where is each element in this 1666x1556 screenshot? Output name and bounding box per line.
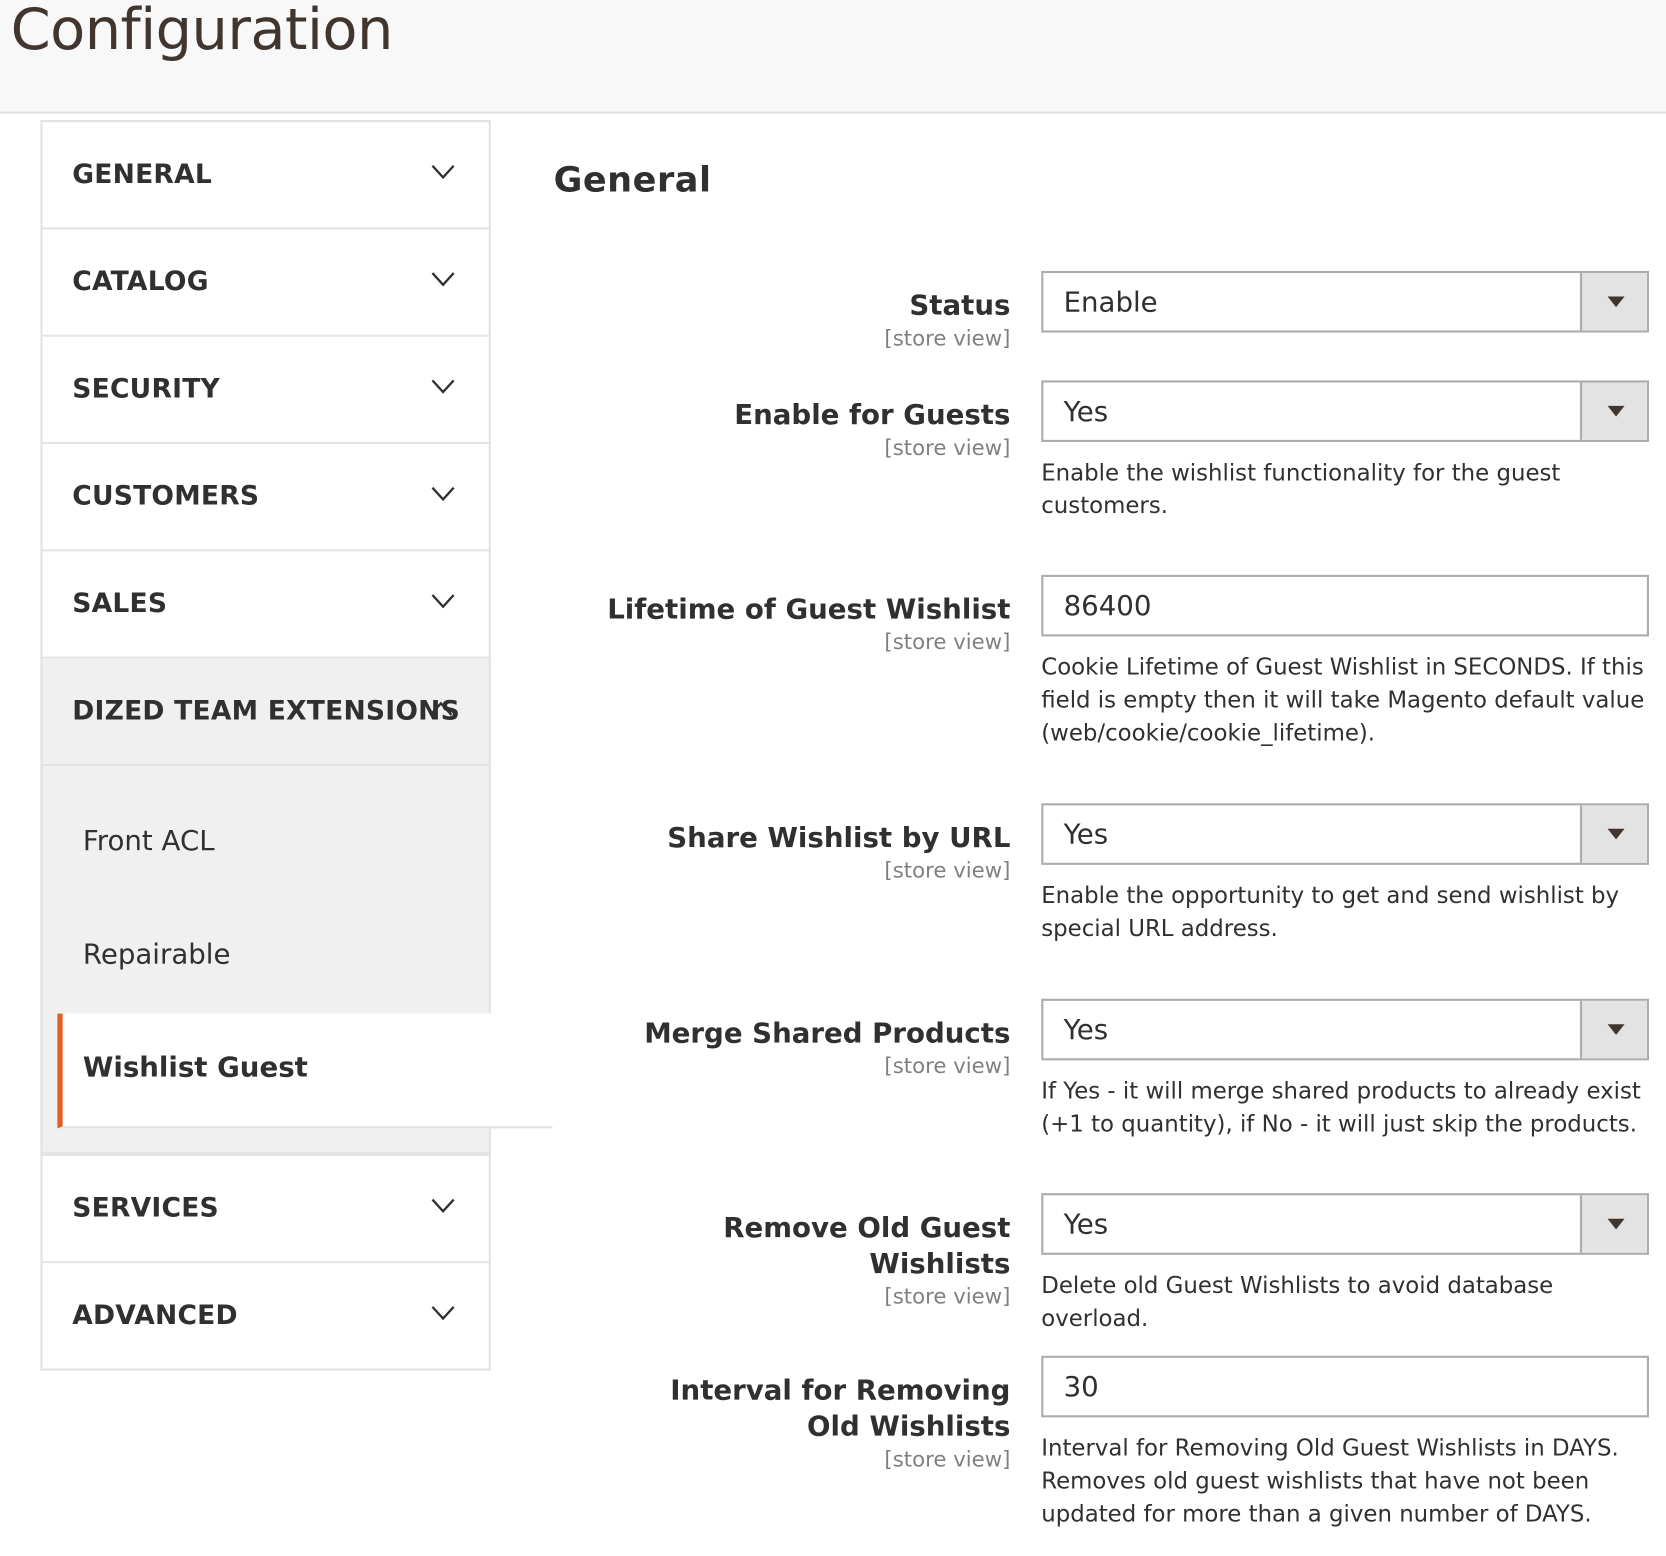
field-label: Interval for Removing Old Wishlists — [670, 1374, 1011, 1443]
nav-group-sales[interactable]: SALES — [40, 551, 491, 659]
chevron-down-icon — [431, 164, 455, 180]
field-note: Delete old Guest Wishlists to avoid data… — [1041, 1272, 1554, 1333]
field-scope: [store view] — [884, 857, 1011, 883]
field-label: Enable for Guests — [734, 399, 1011, 432]
field-scope: [store view] — [884, 1283, 1011, 1310]
nav-group-label: SALES — [72, 587, 168, 619]
enable-for-guests-select[interactable]: Yes — [1041, 380, 1649, 442]
field-note: If Yes - it will merge shared products t… — [1041, 1078, 1641, 1138]
chevron-down-icon — [431, 379, 455, 394]
nav-item-label: Repairable — [82, 939, 231, 972]
section-title: General — [553, 158, 712, 200]
nav-subitems: Front ACL Repairable Wishlist Guest — [40, 766, 553, 1154]
nav-group-general[interactable]: GENERAL — [40, 120, 491, 230]
field-scope: [store view] — [884, 1446, 1011, 1472]
nav-group-label: SERVICES — [72, 1192, 219, 1223]
chevron-down-icon — [431, 1306, 455, 1321]
dropdown-arrow-icon[interactable] — [1579, 382, 1647, 440]
nav-group-label: CATALOG — [72, 265, 209, 297]
field-note: Enable the opportunity to get and send w… — [1041, 882, 1620, 943]
nav-item-label: Front ACL — [82, 825, 215, 858]
select-value: Yes — [1063, 1014, 1109, 1047]
page: Configuration GENERAL CATALOG SECURITY C… — [0, 0, 1666, 1556]
field-label: Remove Old Guest Wishlists — [723, 1212, 1011, 1281]
page-title: Configuration — [10, 0, 394, 63]
dropdown-arrow-icon[interactable] — [1579, 1195, 1647, 1253]
nav-group-advanced[interactable]: ADVANCED — [40, 1263, 491, 1371]
lifetime-input[interactable]: 86400 — [1041, 574, 1649, 637]
config-sidebar: GENERAL CATALOG SECURITY CUSTOMERS SALES… — [40, 120, 553, 1371]
nav-group-catalog[interactable]: CATALOG — [40, 229, 491, 337]
nav-group-services[interactable]: SERVICES — [40, 1153, 491, 1264]
nav-item-label: Wishlist Guest — [82, 1051, 308, 1084]
share-wishlist-url-select[interactable]: Yes — [1041, 803, 1649, 865]
select-value: Yes — [1063, 819, 1109, 852]
field-scope: [store view] — [884, 629, 1011, 655]
nav-item-wishlist-guest[interactable]: Wishlist Guest — [57, 1013, 553, 1129]
nav-group-label: CUSTOMERS — [72, 480, 260, 512]
nav-group-security[interactable]: SECURITY — [40, 336, 491, 445]
field-scope: [store view] — [884, 325, 1011, 351]
merge-shared-products-select[interactable]: Yes — [1041, 998, 1649, 1061]
field-label: Share Wishlist by URL — [667, 822, 1011, 855]
field-label: Lifetime of Guest Wishlist — [607, 593, 1011, 626]
nav-group-customers[interactable]: CUSTOMERS — [40, 444, 491, 552]
remove-old-wishlists-select[interactable]: Yes — [1041, 1193, 1649, 1255]
field-note: Cookie Lifetime of Guest Wishlist in SEC… — [1041, 654, 1645, 747]
chevron-down-icon — [431, 272, 455, 287]
status-select[interactable]: Enable — [1041, 270, 1649, 333]
nav-item-repairable[interactable]: Repairable — [43, 882, 489, 1014]
field-note: Interval for Removing Old Guest Wishlist… — [1041, 1435, 1619, 1528]
nav-group-label: ADVANCED — [72, 1299, 238, 1331]
nav-item-front-acl[interactable]: Front ACL — [43, 766, 489, 882]
chevron-down-icon — [431, 486, 455, 502]
dropdown-arrow-icon[interactable] — [1579, 273, 1647, 331]
field-label: Status — [909, 290, 1011, 322]
field-scope: [store view] — [884, 434, 1011, 461]
chevron-up-icon — [429, 701, 453, 716]
chevron-down-icon — [431, 594, 455, 609]
page-header: Configuration — [0, 0, 1666, 114]
dropdown-arrow-icon[interactable] — [1579, 805, 1647, 863]
select-value: Enable — [1063, 286, 1158, 319]
chevron-down-icon — [431, 1198, 455, 1213]
interval-input[interactable]: 30 — [1041, 1355, 1649, 1418]
input-value: 86400 — [1063, 590, 1152, 623]
dropdown-arrow-icon[interactable] — [1579, 1000, 1647, 1059]
nav-group-label: DIZED TEAM EXTENSIONS — [72, 694, 460, 726]
field-label: Merge Shared Products — [644, 1017, 1011, 1050]
nav-group-label: SECURITY — [72, 372, 220, 404]
field-note: Enable the wishlist functionality for th… — [1041, 460, 1561, 520]
nav-group-dized-team-extensions[interactable]: DIZED TEAM EXTENSIONS — [40, 658, 491, 767]
select-value: Yes — [1063, 396, 1109, 429]
input-value: 30 — [1063, 1371, 1099, 1404]
nav-group-label: GENERAL — [72, 158, 213, 190]
field-scope: [store view] — [884, 1052, 1011, 1079]
select-value: Yes — [1063, 1209, 1109, 1241]
